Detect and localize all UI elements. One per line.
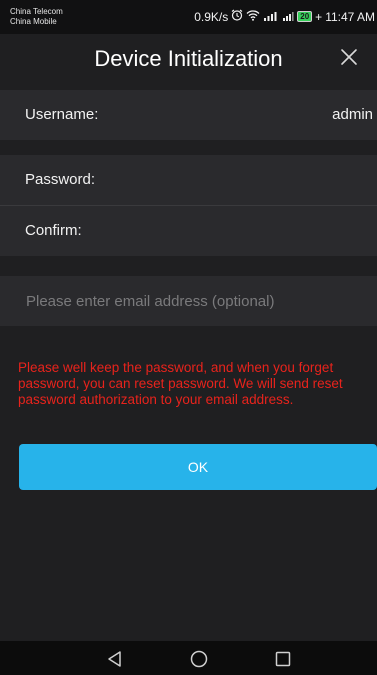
recents-button[interactable] [272,648,294,670]
header-bar: Device Initialization [0,34,377,84]
network-speed: 0.9K/s [194,9,229,24]
confirm-label: Confirm: [25,222,82,239]
carrier-info: China Telecom China Mobile [10,7,63,27]
email-row [0,276,377,326]
signal-4g-icon [263,10,279,24]
recents-square-icon [275,651,291,667]
home-circle-icon [190,650,208,668]
back-triangle-icon [108,651,121,667]
password-label: Password: [25,171,96,188]
close-button[interactable] [337,45,361,69]
password-input[interactable] [110,165,367,195]
status-indicators: 0.9K/s 20 + 11:47 AM [194,9,375,24]
home-button[interactable] [188,648,210,670]
carrier-1: China Telecom [10,7,63,16]
carrier-2: China Mobile [10,17,57,26]
back-button[interactable] [104,648,126,670]
battery-icon: 20 [297,11,313,22]
ok-button[interactable]: OK [19,444,377,490]
close-icon [341,49,357,65]
alarm-icon [231,9,243,24]
clock: 11:47 AM [325,9,375,24]
username-value: admin [332,106,373,123]
username-row: Username: admin [0,90,377,140]
charging-indicator: + [315,9,323,24]
password-row: Password: [0,155,377,205]
battery-level: 20 [300,12,310,21]
wifi-icon [246,9,260,24]
username-label: Username: [25,106,99,123]
status-bar: China Telecom China Mobile 0.9K/s 20 + 1… [0,0,377,34]
email-input[interactable] [26,286,367,316]
confirm-password-input[interactable] [110,216,367,246]
password-warning-text: Please well keep the password, and when … [18,360,343,407]
page-title: Device Initialization [94,46,283,71]
signal-2g-icon [282,10,294,24]
android-nav-bar [0,641,377,675]
confirm-row: Confirm: [0,206,377,256]
